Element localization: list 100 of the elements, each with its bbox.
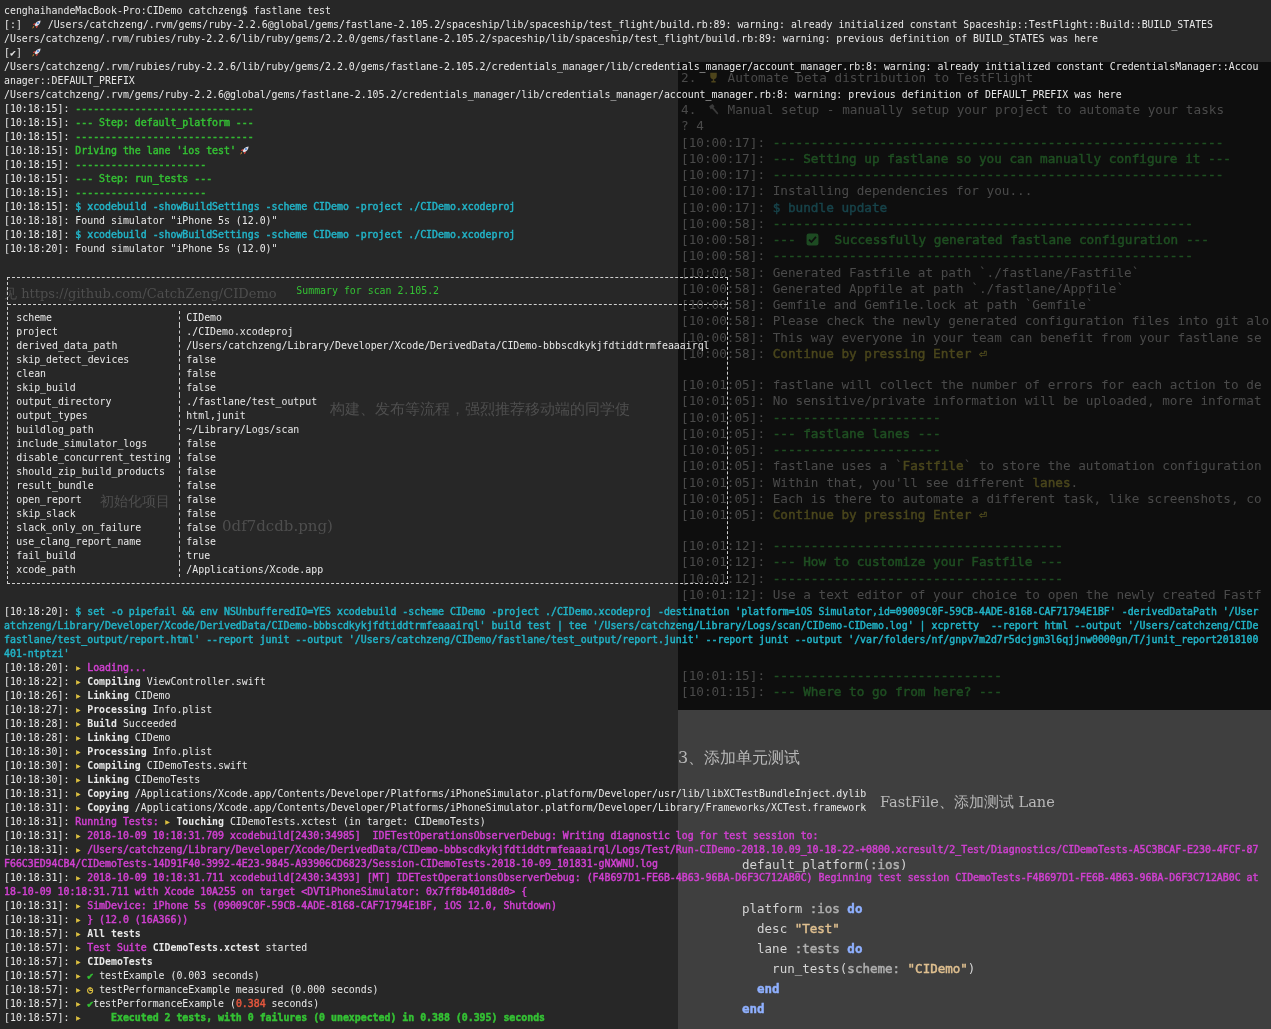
terminal-line: [10:18:57]: ▸ ◷ testPerformanceExample measured (0.000 seconds) [4,983,379,997]
table-cell: derived_data_path [8,339,181,353]
code-line: end [756,982,780,996]
terminal-line: [10:18:26]: ▸ Linking CIDemo [4,689,171,703]
terminal-line: [10:18:15]: [4,145,71,156]
rocket-icon [238,145,250,156]
code-line: end [742,1002,765,1016]
table-cell-text: false [185,479,217,493]
terminal-line: [10:18:15]: --- Step: default_platform --- [4,116,254,130]
background-terminal-line: [10:00:58]: ------------------------------------------------------- [681,248,1193,265]
rocket-icon [30,47,42,58]
terminal-line: [10:18:31]: ▸ } (12.0 (16A366)) [4,913,189,927]
terminal-line: [10:18:31]: ▸ /Users/catchzeng/Library/Developer/Xcode/DerivedData/CIDemo-bbbscdkykjfdtiddtrmfeaaairql/Logs/Test/Run-CIDemo-2018.10.09_10-18-22-+0800.xcresult/2_Test/Diagnostics/CIDemoTests-A5C3BCAF-E230-4FCF-87 [4,843,1259,857]
table-cell: skip_detect_devices [8,353,181,367]
terminal-line: /Users/catchzeng/.rvm/rubies/ruby-2.2.6/lib/ruby/gems/2.2.0/gems/fastlane-2.105.2/spaceship/lib/spaceship/test_flight/build.rb:89: warning: previous definition of BUILD_STATES was here [4,32,1098,46]
background-terminal-line: 2. [681,70,697,85]
background-terminal-line: [10:00:58]: Gemfile and Gemfile.lock at path `Gemfile` [681,297,1094,314]
background-terminal-line: [10:01:12]: --- How to customize your Fastfile --- [681,554,1063,571]
background-terminal-line: [10:00:58]: Generated Appfile at path `./fastlane/Appfile` [681,280,1125,297]
table-cell-text: false [185,507,217,521]
terminal-line: 401-ntptzi' [4,647,70,661]
table-cell-text: CIDemo [185,311,222,325]
background-terminal-line: [10:01:05]: ---------------------- [681,442,941,459]
background-terminal-line: [10:01:15]: ------------------------------ [681,668,1002,685]
terminal-line: cenghaihandeMacBook-Pro:CIDemo catchzeng$ fastlane test [4,4,331,18]
terminal-line: /Users/catchzeng/.rvm/gems/ruby-2.2.6@global/gems/fastlane-2.105.2/credentials_manager/lib/credentials_manager/account_manager.rb:8: warning: previous definition of DEFAULT_PREFIX was here [4,88,1122,102]
terminal-line: [10:18:15]: ------------------------------ [4,102,254,116]
background-terminal-line: [10:01:05]: ---------------------- [681,409,941,426]
terminal-line: [10:18:18]: Found simulator "iPhone 5s (12.0)" [4,214,278,228]
table-cell-text: false [185,381,217,395]
table-cell: include_simulator_logs [8,437,181,451]
background-terminal-line: [10:00:58]: Generated Fastfile at path `./fastlane/Fastfile` [681,264,1140,281]
table-cell-text: false [185,367,217,381]
article-text: FastFile、添加测试 Lane [880,793,1055,812]
table-cell: output_directory [8,395,181,409]
table-cell-text: false [185,521,217,535]
background-terminal-line: [10:01:05]: No sensitive/private information will be uploaded, more informat [681,393,1262,410]
terminal-line: [10:18:57]: ▸ Test Suite CIDemoTests.xctest started [4,941,308,955]
terminal-line: atchzeng/Library/Developer/Xcode/DerivedData/CIDemo-bbbscdkykjfdtiddtrmfeaaairql' build test | tee '/Users/catchzeng/Library/Logs/scan/CIDemo-CIDemo.log' | xcpretty --report html --output '/Users/catchzeng/CIDe [4,619,1259,633]
table-cell: skip_build [8,381,181,395]
table-cell: clean [8,367,181,381]
table-cell-text: ~/Library/Logs/scan [185,423,300,437]
table-cell-text: false [185,451,217,465]
table-cell: slack_only_on_failure [8,521,181,535]
terminal-line: [10:18:22]: ▸ Compiling ViewController.swift [4,675,266,689]
terminal-line: [:] [4,19,23,30]
background-terminal-line: [10:00:58]: Please check the newly generated configuration files into git alo [681,313,1270,330]
table-cell: skip_slack [8,507,181,521]
terminal-line: [10:18:20]: $ set -o pipefail && env NSUnbufferedIO=YES xcodebuild -scheme CIDemo -project ./CIDemo.xcodeproj -destination 'platform=iOS Simulator,id=09009C0F-59CB-4ADE-8168-CAF71794E1BF' -derivedDataPath '/User [4,605,1259,619]
rocket-icon [30,19,42,30]
terminal-line: [10:18:30]: ▸ Processing Info.plist [4,745,213,759]
terminal-line: [10:18:31]: Running Tests: ▸ Touching CIDemoTests.xctest (in target: CIDemoTests) [4,815,486,829]
terminal-line: [10:18:15]: ---------------------- [4,158,207,172]
background-terminal-line: Successfully generated fastlane configuration --- [833,232,1209,247]
background-terminal-line: [10:01:15]: --- Where to go from here? --- [681,684,1002,701]
table-cell-text: false [185,353,217,367]
background-terminal-line: [10:00:17]: Installing dependencies for you... [681,183,1033,200]
terminal-line: /Users/catchzeng/.rvm/gems/ruby-2.2.6@global/gems/fastlane-2.105.2/spaceship/lib/spaceship/test_flight/build.rb:89: warning: already initialized constant Spaceship::TestFlight::Build::BUILD_STATES [46,19,1213,30]
terminal-line: 18-10-09 10:18:31.711 with Xcode 10A255 on target <DVTiPhoneSimulator: 0x7ff8b401d8d0> { [4,885,528,899]
terminal-line: [10:18:31]: ▸ Copying /Applications/Xcode.app/Contents/Developer/Platforms/iPhoneSimulator.platform/Developer/usr/lib/libXCTestBundleInject.dylib [4,787,867,801]
table-cell: project [8,325,181,339]
table-cell: fail_build [8,549,181,563]
table-cell: should_zip_build_products [8,465,181,479]
terminal-line: [10:18:20]: Found simulator "iPhone 5s (12.0)" [4,242,278,256]
table-cell-text: false [185,493,217,507]
background-terminal-line: ? 4 [681,118,704,135]
terminal-line: [10:18:30]: ▸ Compiling CIDemoTests.swift [4,759,248,773]
table-cell: buildlog_path [8,423,181,437]
code-line: run_tests(scheme: "CIDemo") [771,962,976,976]
terminal-line: [10:18:57]: ▸ ✔testPerformanceExample (0.384 seconds) [4,997,320,1011]
hammer-icon [706,103,720,116]
terminal-line: [10:18:57]: ▸ Executed 2 tests, with 0 failures (0 unexpected) in 0.388 (0.395) seconds [4,1011,546,1025]
table-cell: use_clang_report_name [8,535,181,549]
terminal-line: [10:18:57]: ▸ ✔ testExample (0.003 seconds) [4,969,260,983]
terminal-line: Driving the lane 'ios test' [75,145,236,156]
background-terminal-line: [10:00:17]: --- Setting up fastlane so you can manually configure it --- [681,150,1231,167]
article-heading: 3、添加单元测试 [678,748,801,769]
terminal-line: [10:18:15]: ---------------------- [4,186,207,200]
terminal-line: [10:18:28]: ▸ Build Succeeded [4,717,177,731]
background-terminal-line: [10:01:12]: -------------------------------------- [681,538,1063,555]
background-terminal-line: [10:00:58]: [681,232,767,247]
code-line: default_platform(:ios) [742,858,908,872]
background-terminal-line: [10:00:17]: $ bundle update [681,199,888,216]
table-cell-text: false [185,437,217,451]
table-cell-text: true [185,549,211,563]
terminal-line: [10:18:31]: ▸ 2018-10-09 10:18:31.709 xcodebuild[2430:34985] IDETestOperationsObserverDebug: Writing diagnostic log for test session to: [4,829,819,843]
background-terminal-line: [10:01:12]: -------------------------------------- [681,570,1063,587]
terminal-line: [10:18:31]: ▸ SimDevice: iPhone 5s (09009C0F-59CB-4ADE-8168-CAF71794E1BF, iOS 12.0, Shutdown) [4,899,557,913]
code-line: desc "Test" [756,922,840,936]
terminal-line: F66C3ED94CB4/CIDemoTests-14D91F40-3992-4E23-9845-A93906CD6823/Session-CIDemoTests-2018-10-09_101831-gNXWNU.log [4,857,658,871]
code-line: platform :ios do [742,902,863,916]
terminal-line: [10:18:18]: $ xcodebuild -showBuildSettings -scheme CIDemo -project ./CIDemo.xcodeproj [4,228,516,242]
background-terminal-line: [10:01:05]: --- fastlane lanes --- [681,425,941,442]
background-terminal-line: [10:01:05]: Each is there to automate a different task, like screenshots, co [681,490,1262,507]
terminal-line: [10:18:15]: ------------------------------ [4,130,254,144]
table-cell: xcode_path [8,563,181,577]
background-terminal-line: [10:00:17]: ----------------------------------------------------------- [681,167,1224,184]
terminal-line: [10:18:30]: ▸ Linking CIDemoTests [4,773,201,787]
background-terminal-line: [10:00:58]: ------------------------------------------------------- [681,215,1193,232]
table-cell-text: false [185,465,217,479]
